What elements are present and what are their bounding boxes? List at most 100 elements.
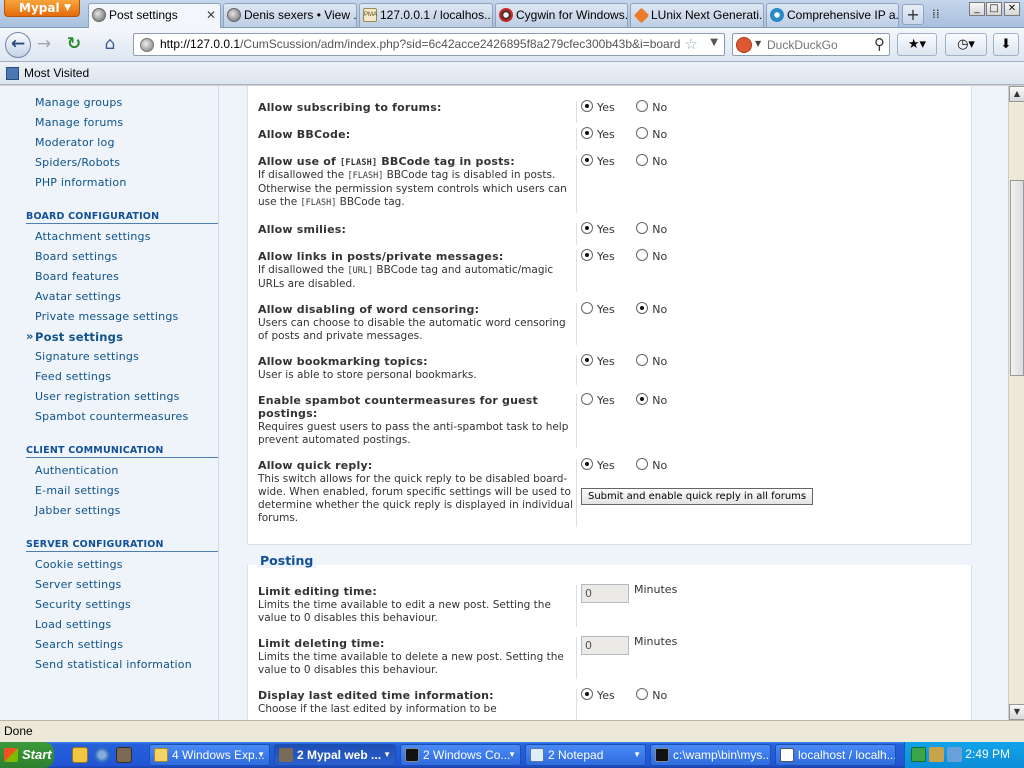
sidebar-item-php-information[interactable]: PHP information <box>35 176 127 189</box>
sidebar-item-server-settings[interactable]: Server settings <box>35 578 121 591</box>
vertical-scrollbar[interactable]: ▲ ▼ <box>1008 86 1024 720</box>
radio-yes[interactable]: Yes <box>581 354 615 368</box>
radio-button[interactable] <box>581 458 593 470</box>
sidebar-item-load-settings[interactable]: Load settings <box>35 618 111 631</box>
radio-button[interactable] <box>636 393 649 405</box>
bookmark-most-visited[interactable]: Most Visited <box>6 66 89 80</box>
sidebar-item-email-settings[interactable]: E-mail settings <box>35 484 120 497</box>
sidebar-item-attachment-settings[interactable]: Attachment settings <box>35 230 151 243</box>
sidebar-item-jabber-settings[interactable]: Jabber settings <box>35 504 121 517</box>
radio-yes[interactable]: Yes <box>581 393 615 407</box>
duckduckgo-icon[interactable] <box>736 37 752 53</box>
radio-yes[interactable]: Yes <box>581 154 615 168</box>
submit-enable-quick-reply-button[interactable]: Submit and enable quick reply in all for… <box>581 488 814 505</box>
radio-button[interactable] <box>636 127 649 139</box>
task-windows-explorer[interactable]: 4 Windows Exp... ▼ <box>149 744 270 766</box>
clock[interactable]: 2:49 PM <box>965 747 1010 761</box>
radio-button[interactable] <box>636 688 649 700</box>
radio-no[interactable]: No <box>636 688 667 702</box>
radio-no[interactable]: No <box>636 393 667 407</box>
scrollbar-thumb[interactable] <box>1010 180 1024 376</box>
sidebar-item-security-settings[interactable]: Security settings <box>35 598 131 611</box>
radio-button[interactable] <box>636 222 649 234</box>
radio-yes[interactable]: Yes <box>581 222 615 236</box>
sidebar-item-manage-groups[interactable]: Manage groups <box>35 96 122 109</box>
sidebar-item-post-settings[interactable]: Post settings <box>26 329 123 344</box>
bookmarks-menu-button[interactable]: ★▾ <box>897 33 937 56</box>
radio-button[interactable] <box>636 100 649 112</box>
tray-network-icon[interactable] <box>947 747 962 762</box>
sidebar-item-private-message-settings[interactable]: Private message settings <box>35 310 178 323</box>
forward-button[interactable]: → <box>32 33 56 57</box>
radio-button[interactable] <box>581 127 593 139</box>
radio-button[interactable] <box>581 302 593 314</box>
sidebar-item-avatar-settings[interactable]: Avatar settings <box>35 290 121 303</box>
close-window-button[interactable]: ✕ <box>1004 2 1020 16</box>
radio-button[interactable] <box>636 302 649 314</box>
new-tab-button[interactable]: + <box>902 4 924 25</box>
sidebar-item-manage-forums[interactable]: Manage forums <box>35 116 123 129</box>
radio-no[interactable]: No <box>636 100 667 114</box>
tab-phpmyadmin[interactable]: PMA 127.0.0.1 / localhos... <box>359 3 493 27</box>
sidebar-item-board-settings[interactable]: Board settings <box>35 250 118 263</box>
task-notepad[interactable]: 2 Notepad ▼ <box>525 744 646 766</box>
tray-app-icon[interactable] <box>911 747 926 762</box>
show-desktop-icon[interactable] <box>72 747 88 763</box>
tab-forum-view[interactable]: Denis sexers • View ... <box>223 3 357 27</box>
home-button[interactable]: ⌂ <box>98 33 122 57</box>
url-bar[interactable]: http://127.0.0.1/CumScussion/adm/index.p… <box>133 33 725 56</box>
app-menu-button[interactable]: Mypal ▼ <box>4 0 80 17</box>
radio-button[interactable] <box>581 688 593 700</box>
sidebar-item-send-statistical-information[interactable]: Send statistical information <box>35 658 192 671</box>
search-input[interactable] <box>767 36 867 53</box>
radio-no[interactable]: No <box>636 458 667 472</box>
reload-button[interactable]: ↻ <box>62 33 86 57</box>
radio-yes[interactable]: Yes <box>581 249 615 263</box>
radio-no[interactable]: No <box>636 222 667 236</box>
downloads-button[interactable]: ⬇ <box>993 33 1019 56</box>
start-button[interactable]: Start <box>0 742 54 768</box>
sidebar-item-feed-settings[interactable]: Feed settings <box>35 370 111 383</box>
sidebar-item-cookie-settings[interactable]: Cookie settings <box>35 558 123 571</box>
radio-button[interactable] <box>581 222 593 234</box>
radio-button[interactable] <box>581 100 593 112</box>
task-mypal[interactable]: 2 Mypal web ... ▼ <box>274 744 396 766</box>
scroll-down-arrow-icon[interactable]: ▼ <box>1009 704 1024 720</box>
limit-deleting-input[interactable]: 0 <box>581 636 629 655</box>
radio-yes[interactable]: Yes <box>581 302 615 316</box>
radio-yes[interactable]: Yes <box>581 127 615 141</box>
radio-button[interactable] <box>581 393 593 405</box>
mypal-icon[interactable] <box>116 747 132 763</box>
sidebar-item-authentication[interactable]: Authentication <box>35 464 119 477</box>
bookmark-star-icon[interactable]: ☆ <box>685 35 698 53</box>
sidebar-item-signature-settings[interactable]: Signature settings <box>35 350 139 363</box>
sidebar-item-moderator-log[interactable]: Moderator log <box>35 136 115 149</box>
radio-yes[interactable]: Yes <box>581 688 615 702</box>
restore-button[interactable]: □ <box>986 2 1002 16</box>
radio-button[interactable] <box>581 249 593 261</box>
task-localhost[interactable]: localhost / localh... <box>775 744 896 766</box>
close-tab-icon[interactable]: ✕ <box>206 4 216 26</box>
sidebar-item-board-features[interactable]: Board features <box>35 270 119 283</box>
radio-no[interactable]: No <box>636 154 667 168</box>
task-mysql-console[interactable]: c:\wamp\bin\mys... <box>650 744 771 766</box>
tab-ip[interactable]: Comprehensive IP a... <box>766 3 899 27</box>
scroll-up-arrow-icon[interactable]: ▲ <box>1009 86 1024 102</box>
radio-button[interactable] <box>636 154 649 166</box>
radio-no[interactable]: No <box>636 249 667 263</box>
chevron-down-icon[interactable]: ▼ <box>755 39 761 48</box>
radio-button[interactable] <box>636 249 649 261</box>
sidebar-item-search-settings[interactable]: Search settings <box>35 638 123 651</box>
back-button[interactable]: ← <box>5 32 31 58</box>
sidebar-item-spiders-robots[interactable]: Spiders/Robots <box>35 156 120 169</box>
internet-explorer-icon[interactable] <box>94 747 110 763</box>
radio-no[interactable]: No <box>636 127 667 141</box>
radio-no[interactable]: No <box>636 302 667 316</box>
tray-tools-icon[interactable] <box>929 747 944 762</box>
tab-cygwin[interactable]: Cygwin for Windows... <box>495 3 628 27</box>
radio-button[interactable] <box>636 458 649 470</box>
limit-editing-input[interactable]: 0 <box>581 584 629 603</box>
minimize-button[interactable]: _ <box>969 2 985 16</box>
task-windows-console[interactable]: 2 Windows Co... ▼ <box>400 744 521 766</box>
radio-no[interactable]: No <box>636 354 667 368</box>
